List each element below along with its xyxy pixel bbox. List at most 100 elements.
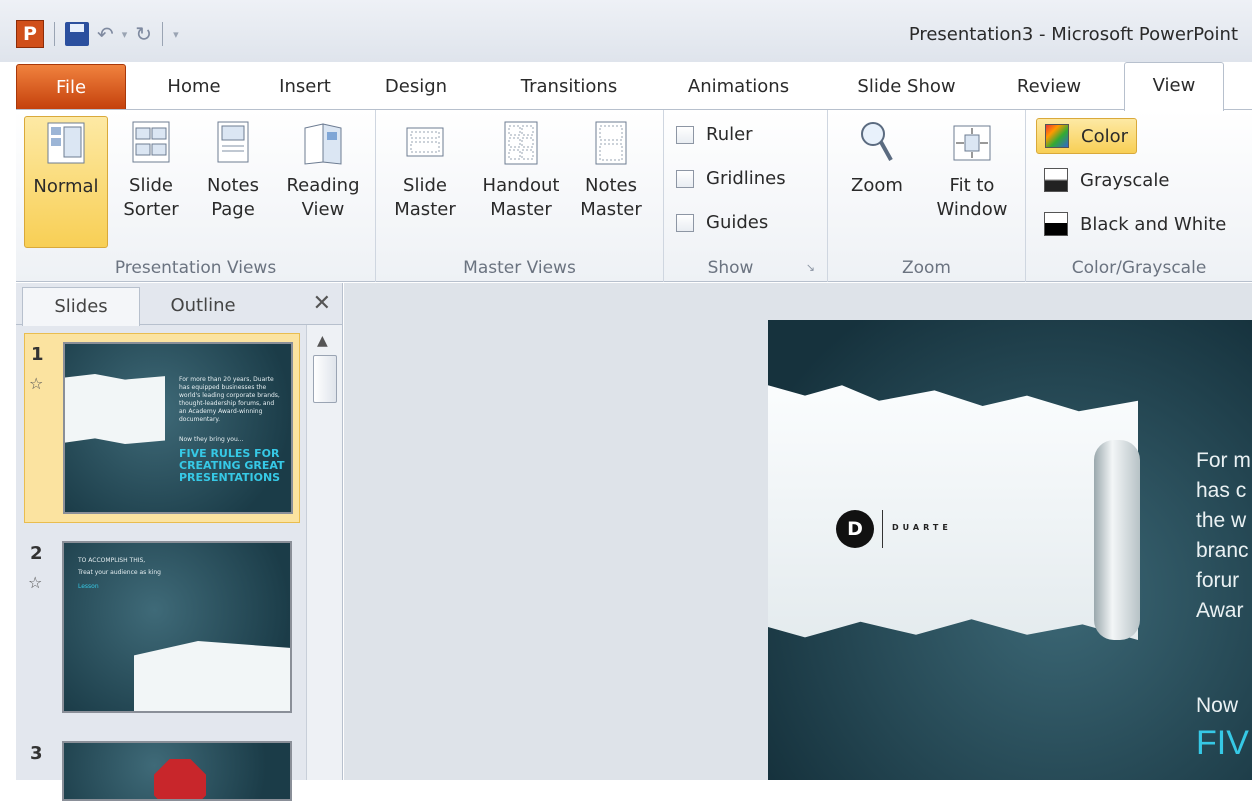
body-line: For m [1196, 449, 1251, 472]
paper-roll-shape [1094, 440, 1140, 640]
tab-design[interactable]: Design [368, 64, 464, 110]
pane-tabs: Slides Outline ✕ [16, 283, 343, 326]
torn-paper-shape [768, 385, 1138, 640]
pane-scrollbar[interactable]: ▲ [306, 325, 342, 780]
black-white-swatch-icon [1044, 212, 1068, 236]
thumb-text: Now they bring you... [179, 436, 244, 443]
tab-transitions[interactable]: Transitions [494, 64, 644, 110]
body-line: branc [1196, 539, 1249, 562]
slide-preview: TO ACCOMPLISH THIS, Treat your audience … [62, 541, 292, 713]
stop-sign-shape [154, 759, 206, 799]
quick-access-toolbar: P ↶ ▾ ↻ ▾ [16, 20, 179, 48]
slide-number: 3 [30, 743, 43, 764]
torn-paper-shape [134, 641, 290, 711]
slide-thumbnail-2[interactable]: 2 ☆ TO ACCOMPLISH THIS, Treat your audie… [24, 533, 300, 723]
thumb-heading: FIVE RULES FOR CREATING GREAT PRESENTATI… [179, 447, 285, 484]
checkbox-icon[interactable] [676, 213, 694, 232]
notes-page-label: Notes Page [207, 175, 259, 220]
separator [54, 22, 55, 46]
powerpoint-icon[interactable]: P [16, 20, 44, 48]
gridlines-checkbox[interactable]: Gridlines [676, 168, 786, 189]
slide-master-icon [406, 127, 444, 157]
reading-view-button[interactable]: Reading View [280, 116, 366, 248]
window-title: Presentation3 - Microsoft PowerPoint [908, 24, 1238, 45]
slide-master-label: Slide Master [394, 175, 456, 220]
group-master-views: Slide Master Handout Master Notes Master [376, 110, 664, 282]
checkbox-icon[interactable] [676, 169, 694, 188]
notes-page-icon [217, 121, 249, 163]
tab-slide-show[interactable]: Slide Show [834, 64, 979, 110]
torn-paper-shape [65, 374, 165, 444]
thumb-text: TO ACCOMPLISH THIS, [78, 557, 146, 564]
grayscale-swatch-icon [1044, 168, 1068, 192]
tab-slides[interactable]: Slides [22, 287, 140, 326]
slide-thumbnail-3[interactable]: 3 [24, 733, 300, 801]
slide-thumbnail-1[interactable]: 1 ☆ For more than 20 years, Duarte has e… [24, 333, 300, 523]
color-button[interactable]: Color [1036, 118, 1137, 154]
zoom-label: Zoom [851, 175, 903, 196]
group-label-presentation-views: Presentation Views [114, 258, 277, 278]
group-label-show: Show [707, 258, 754, 278]
close-icon[interactable]: ✕ [313, 291, 331, 316]
save-icon[interactable] [65, 22, 89, 46]
thumb-text: Lesson [78, 583, 99, 590]
animation-star-icon: ☆ [28, 573, 43, 592]
handout-master-label: Handout Master [482, 175, 560, 220]
tab-insert[interactable]: Insert [260, 64, 350, 110]
separator [162, 22, 164, 46]
normal-view-icon [47, 122, 85, 164]
slides-pane: Slides Outline ✕ 1 ☆ For more than 20 ye… [16, 283, 343, 801]
zoom-button[interactable]: Zoom [840, 116, 914, 248]
notes-master-button[interactable]: Notes Master [572, 116, 650, 248]
slide-master-button[interactable]: Slide Master [386, 116, 464, 248]
handout-master-icon [504, 121, 538, 165]
handout-master-button[interactable]: Handout Master [476, 116, 566, 248]
fit-to-window-icon [953, 125, 991, 161]
logo-wordmark: DUARTE [892, 523, 952, 532]
slide-preview: For more than 20 years, Duarte has equip… [63, 342, 293, 514]
guides-checkbox[interactable]: Guides [676, 212, 768, 233]
notes-page-button[interactable]: Notes Page [194, 116, 272, 248]
dialog-launcher-icon[interactable]: ↘ [806, 261, 815, 274]
current-slide[interactable]: D DUARTE For m has c the w branc forur A… [768, 320, 1252, 780]
customize-qat-icon[interactable]: ▾ [173, 28, 179, 41]
scroll-thumb[interactable] [313, 355, 337, 403]
ribbon-tabs: File Home Insert Design Transitions Anim… [16, 62, 1252, 111]
ruler-checkbox[interactable]: Ruler [676, 124, 753, 145]
thumb-text: For more than 20 years, Duarte has equip… [179, 376, 280, 423]
slide-now-text: Now [1196, 694, 1239, 717]
slide-sorter-button[interactable]: Slide Sorter [112, 116, 190, 248]
tab-home[interactable]: Home [144, 64, 244, 110]
slide-five-heading: FIV [1196, 724, 1249, 762]
magnifier-icon [861, 122, 893, 161]
duarte-logo: D [836, 510, 874, 548]
tab-animations[interactable]: Animations [666, 64, 811, 110]
slide-editing-area: D DUARTE For m has c the w branc forur A… [344, 283, 1252, 780]
grayscale-button[interactable]: Grayscale [1036, 162, 1177, 198]
slide-sorter-icon [132, 121, 170, 163]
undo-dropdown-icon[interactable]: ▾ [122, 28, 128, 41]
reading-view-label: Reading View [286, 175, 360, 220]
notes-master-icon [595, 121, 627, 165]
gridlines-label: Gridlines [706, 168, 786, 189]
body-line: forur [1196, 569, 1240, 592]
slide-body-text: For m has c the w branc forur Awar [1196, 446, 1251, 626]
normal-view-button[interactable]: Normal [24, 116, 108, 248]
checkbox-icon[interactable] [676, 125, 694, 144]
slide-sorter-label: Slide Sorter [123, 175, 179, 220]
notes-master-label: Notes Master [580, 175, 642, 220]
grayscale-label: Grayscale [1080, 169, 1170, 191]
tab-review[interactable]: Review [1004, 64, 1094, 110]
black-and-white-button[interactable]: Black and White [1036, 206, 1234, 242]
scroll-up-icon[interactable]: ▲ [317, 333, 328, 349]
group-label-master-views: Master Views [463, 258, 576, 278]
undo-icon[interactable]: ↶ [97, 22, 114, 46]
tab-outline[interactable]: Outline [140, 287, 266, 325]
redo-icon[interactable]: ↻ [135, 22, 152, 46]
animation-star-icon: ☆ [29, 374, 44, 393]
fit-to-window-button[interactable]: Fit to Window [926, 116, 1018, 248]
tab-file[interactable]: File [16, 64, 126, 110]
tab-view[interactable]: View [1124, 62, 1224, 111]
group-presentation-views: Normal Slide Sorter Notes Page Reading V… [16, 110, 376, 282]
reading-view-icon [304, 123, 342, 165]
